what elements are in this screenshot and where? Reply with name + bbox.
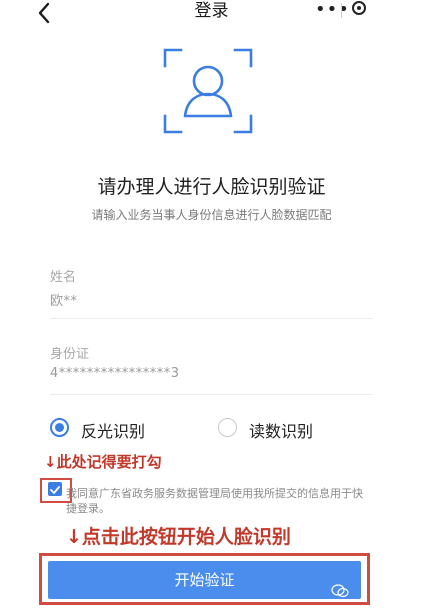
radio-reflect[interactable]: [50, 418, 69, 437]
agreement-text: 我同意广东省政务服务数据管理局使用我所提交的信息用于快捷登录。: [66, 487, 363, 515]
start-verification-button[interactable]: 开始验证: [48, 561, 361, 599]
radio-reflect-label[interactable]: 反光识别: [81, 418, 145, 442]
button-hint-annotation: ↓点击此按钮开始人脸识别: [66, 526, 291, 548]
capsule-divider: [341, 3, 342, 18]
wechat-icon: [331, 584, 349, 598]
name-divider: [50, 318, 373, 319]
radio-reading-label[interactable]: 读数识别: [249, 418, 313, 442]
verification-subtitle: 请输入业务当事人身份信息进行人脸数据匹配: [91, 208, 332, 222]
id-divider: [50, 394, 373, 395]
id-field[interactable]: 4****************3: [50, 366, 180, 381]
name-field[interactable]: 欧**: [50, 290, 78, 309]
more-dots-icon[interactable]: •••: [315, 0, 350, 20]
id-label: 身份证: [50, 347, 90, 362]
name-label: 姓名: [50, 270, 77, 285]
checkmark-icon: [50, 486, 60, 494]
radio-reading[interactable]: [218, 418, 237, 437]
face-scan-icon: [163, 48, 253, 134]
verification-title: 请办理人进行人脸识别验证: [97, 176, 326, 198]
target-close-icon[interactable]: [352, 1, 366, 15]
checkbox-hint-annotation: ↓此处记得要打勾: [44, 453, 162, 471]
agreement-checkbox[interactable]: [48, 482, 62, 496]
